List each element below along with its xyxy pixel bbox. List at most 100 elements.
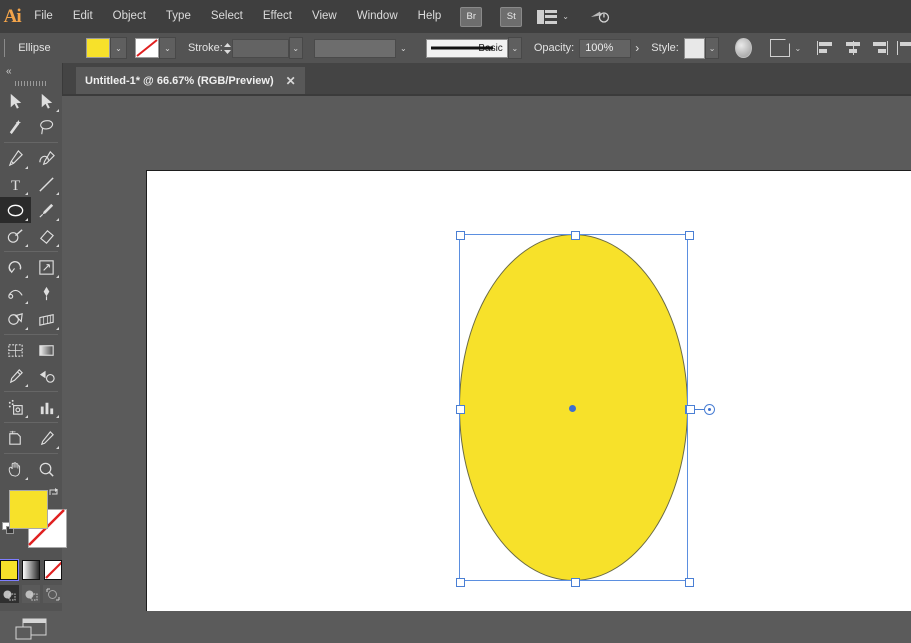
- draw-inside-button[interactable]: [43, 585, 62, 603]
- gradient-tool[interactable]: [31, 337, 62, 363]
- shape-center-anchor: [569, 405, 576, 412]
- draw-normal-button[interactable]: [0, 585, 19, 603]
- draw-mode-buttons: [0, 585, 62, 603]
- menu-effect[interactable]: Effect: [253, 0, 302, 33]
- direct-selection-tool[interactable]: [31, 88, 62, 114]
- selection-tool[interactable]: [0, 88, 31, 114]
- menu-file[interactable]: File: [24, 0, 63, 33]
- transform-icon[interactable]: ⌄: [770, 39, 802, 57]
- hand-tool[interactable]: [0, 456, 31, 482]
- stroke-dropdown-chevron-icon[interactable]: ⌄: [159, 37, 176, 59]
- tools-panel: «: [0, 63, 63, 611]
- handle-bottom-left[interactable]: [456, 578, 465, 587]
- blend-tool[interactable]: [31, 363, 62, 389]
- handle-bottom-center[interactable]: [571, 578, 580, 587]
- eyedropper-tool[interactable]: [0, 363, 31, 389]
- chevron-down-icon[interactable]: ⌄: [562, 12, 569, 21]
- transform-chevron-icon[interactable]: ⌄: [795, 44, 802, 53]
- toolbar-grip[interactable]: [0, 79, 62, 88]
- tool-divider: [4, 422, 58, 423]
- align-left-icon[interactable]: [817, 41, 831, 55]
- artboard-tool[interactable]: [0, 425, 31, 451]
- stroke-weight-field[interactable]: [232, 39, 289, 58]
- menu-object[interactable]: Object: [103, 0, 156, 33]
- graphic-style-swatch[interactable]: [684, 38, 705, 59]
- magic-wand-tool[interactable]: [0, 114, 31, 140]
- shaper-tool[interactable]: [0, 223, 31, 249]
- slice-tool[interactable]: [31, 425, 62, 451]
- swap-fill-stroke-icon[interactable]: [48, 486, 60, 498]
- workspace-switcher-icon[interactable]: [537, 10, 557, 24]
- collapse-toolbar-icon[interactable]: «: [0, 63, 62, 79]
- widget-handle-square[interactable]: [686, 405, 695, 414]
- live-shape-width-widget[interactable]: [686, 404, 715, 415]
- svg-text:T: T: [11, 177, 21, 194]
- stroke-weight-chevron-icon[interactable]: ⌄: [289, 37, 303, 59]
- shape-builder-tool[interactable]: [0, 306, 31, 332]
- widget-radius-handle[interactable]: [704, 404, 715, 415]
- zoom-tool[interactable]: [31, 456, 62, 482]
- recolor-artwork-icon[interactable]: [735, 38, 751, 58]
- fill-color-swatch[interactable]: [86, 38, 110, 58]
- handle-top-left[interactable]: [456, 231, 465, 240]
- handle-top-right[interactable]: [685, 231, 694, 240]
- align-distribute-icon[interactable]: [897, 41, 911, 55]
- align-right-icon[interactable]: [870, 41, 884, 55]
- none-mode-button[interactable]: [44, 560, 62, 580]
- brush-preview-line: [431, 47, 493, 50]
- lasso-tool[interactable]: [31, 114, 62, 140]
- stroke-profile-chevron-icon[interactable]: ⌄: [396, 37, 410, 59]
- change-screen-mode-button[interactable]: [0, 617, 62, 643]
- free-transform-tool[interactable]: [31, 280, 62, 306]
- document-tab[interactable]: Untitled-1* @ 66.67% (RGB/Preview) ✕: [76, 67, 305, 95]
- close-icon[interactable]: ✕: [286, 75, 296, 87]
- search-adobe-stock-icon[interactable]: [587, 8, 611, 26]
- symbol-sprayer-tool[interactable]: [0, 394, 31, 420]
- stroke-color-swatch[interactable]: [135, 38, 159, 58]
- type-tool[interactable]: T: [0, 171, 31, 197]
- bridge-icon[interactable]: Br: [460, 7, 482, 27]
- handle-top-center[interactable]: [571, 231, 580, 240]
- brush-chevron-icon[interactable]: ⌄: [508, 37, 522, 59]
- menu-select[interactable]: Select: [201, 0, 253, 33]
- menu-help[interactable]: Help: [408, 0, 452, 33]
- tool-divider: [4, 334, 58, 335]
- color-mode-button[interactable]: [0, 560, 18, 580]
- width-tool[interactable]: [0, 280, 31, 306]
- menu-type[interactable]: Type: [156, 0, 201, 33]
- column-graph-tool[interactable]: [31, 394, 62, 420]
- curvature-tool[interactable]: [31, 145, 62, 171]
- style-chevron-icon[interactable]: ⌄: [705, 37, 719, 59]
- tool-divider: [4, 142, 58, 143]
- perspective-grid-tool[interactable]: [31, 306, 62, 332]
- fill-color-swatch-large[interactable]: [9, 490, 48, 529]
- stock-icon[interactable]: St: [500, 7, 522, 27]
- opacity-expand-arrow-icon[interactable]: ›: [635, 41, 639, 55]
- align-center-icon[interactable]: [844, 41, 858, 55]
- control-bar-grip[interactable]: [4, 39, 7, 57]
- opacity-field[interactable]: 100%: [579, 39, 631, 58]
- line-segment-tool[interactable]: [31, 171, 62, 197]
- eraser-tool[interactable]: [31, 223, 62, 249]
- pen-tool[interactable]: [0, 145, 31, 171]
- mesh-tool[interactable]: [0, 337, 31, 363]
- tool-divider: [4, 453, 58, 454]
- stroke-profile-field[interactable]: [314, 39, 397, 58]
- stroke-weight-stepper[interactable]: [223, 39, 232, 58]
- widget-connector-line: [695, 409, 704, 410]
- document-tab-title: Untitled-1* @ 66.67% (RGB/Preview): [85, 75, 274, 87]
- menu-window[interactable]: Window: [347, 0, 408, 33]
- scale-tool[interactable]: [31, 254, 62, 280]
- gradient-mode-button[interactable]: [22, 560, 40, 580]
- tool-divider: [4, 251, 58, 252]
- rotate-tool[interactable]: [0, 254, 31, 280]
- handle-middle-left[interactable]: [456, 405, 465, 414]
- draw-behind-button[interactable]: [22, 585, 41, 603]
- paintbrush-tool[interactable]: [31, 197, 62, 223]
- menu-edit[interactable]: Edit: [63, 0, 103, 33]
- brush-definition-field[interactable]: Basic: [426, 39, 507, 58]
- menu-view[interactable]: View: [302, 0, 347, 33]
- handle-bottom-right[interactable]: [685, 578, 694, 587]
- fill-dropdown-chevron-icon[interactable]: ⌄: [110, 37, 127, 59]
- ellipse-tool[interactable]: [0, 197, 31, 223]
